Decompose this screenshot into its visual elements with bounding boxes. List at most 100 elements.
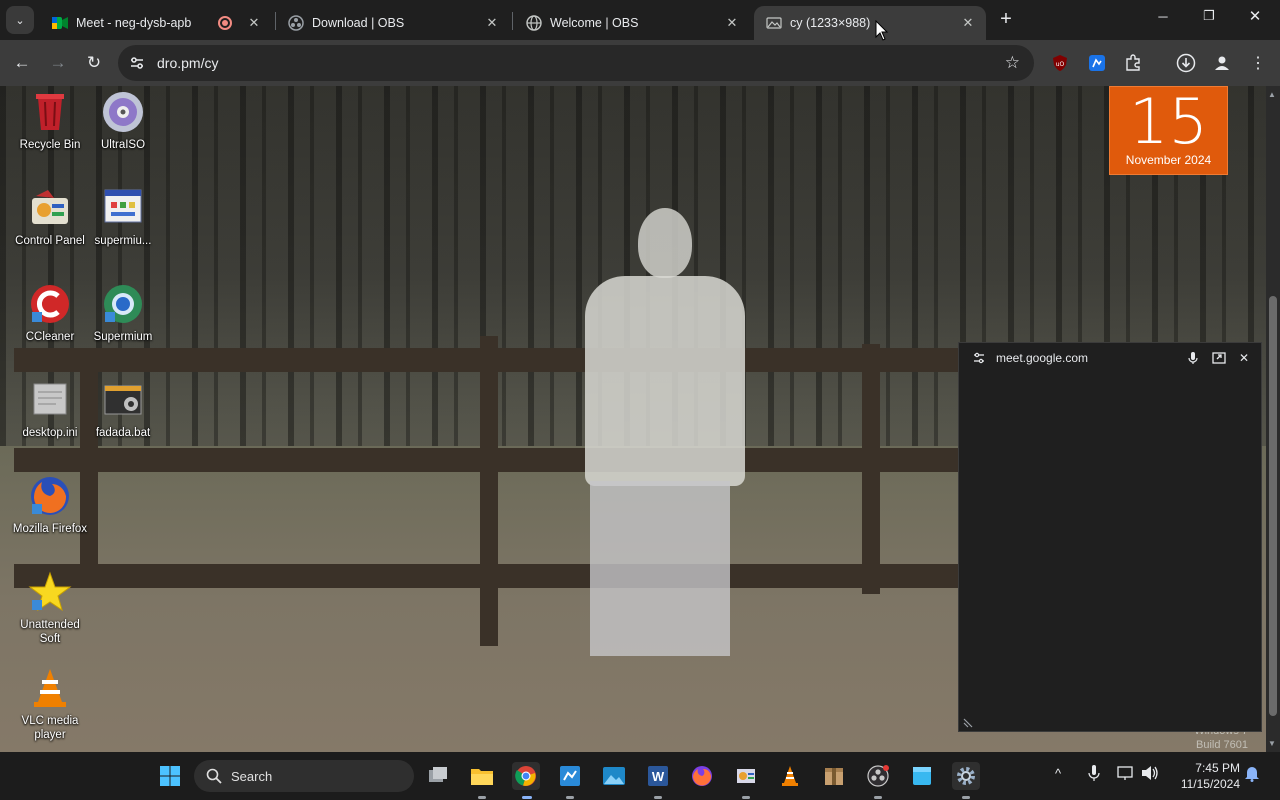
reload-button[interactable]: ↻ [82, 51, 106, 75]
running-indicator [566, 796, 574, 799]
chrome-icon[interactable] [512, 762, 540, 790]
tab-download-obs[interactable]: Download | OBS ✕ [276, 6, 510, 40]
tab-meet[interactable]: Meet - neg-dysb-apb ✕ [40, 6, 272, 40]
site-info-icon[interactable] [128, 54, 146, 72]
obs-icon [288, 15, 304, 31]
tab-title: cy (1233×988) [790, 16, 871, 30]
desktop-icon-ultraiso[interactable]: UltraISO [85, 90, 161, 152]
desktop-icon-label: Recycle Bin [19, 139, 81, 151]
close-tab-icon[interactable]: ✕ [958, 13, 978, 33]
vertical-scrollbar[interactable]: ▲ ▼ [1266, 86, 1280, 752]
scrollbar-thumb[interactable] [1269, 296, 1277, 716]
desktop-icon-mozilla-firefox[interactable]: Mozilla Firefox [12, 474, 88, 536]
menu-kebab-icon[interactable]: ⋮ [1246, 51, 1270, 75]
address-bar[interactable]: dro.pm/cy ☆ [118, 45, 1034, 81]
installer-icon [101, 186, 145, 230]
close-tab-icon[interactable]: ✕ [722, 13, 742, 33]
profile-avatar-icon[interactable] [1210, 51, 1234, 75]
watermark-line: Build 7601 [1196, 739, 1248, 751]
clock-date: 11/15/2024 [1180, 777, 1240, 791]
desktop-icon-supermium[interactable]: Supermium [85, 282, 161, 344]
network-icon[interactable] [1116, 764, 1134, 785]
desktop-icon-vlc[interactable]: VLC media player [12, 666, 88, 742]
back-to-tab-icon[interactable] [1211, 350, 1227, 366]
close-icon[interactable]: ✕ [1236, 350, 1252, 366]
taskbar-clock[interactable]: 7:45 PM 11/15/2024 [1170, 760, 1240, 792]
notes-icon[interactable] [908, 762, 936, 790]
windows-start-icon[interactable] [156, 762, 184, 790]
running-indicator [478, 796, 486, 799]
desktop-icon-recycle-bin[interactable]: Recycle Bin [12, 90, 88, 152]
microphone-tray-icon[interactable] [1088, 764, 1100, 785]
control-panel-icon [28, 186, 72, 230]
desktop-icon-ccleaner[interactable]: CCleaner [12, 282, 88, 344]
desktop-icon-desktop-ini[interactable]: desktop.ini [12, 378, 88, 440]
desktop-icon-supermium-installer[interactable]: supermiu... [85, 186, 161, 248]
running-indicator [962, 796, 970, 799]
close-tab-icon[interactable]: ✕ [244, 13, 264, 33]
tab-strip: ⌄ Meet - neg-dysb-apb ✕ Download | OBS ✕… [0, 0, 1280, 40]
close-window-button[interactable]: ✕ [1232, 0, 1278, 32]
image-icon [766, 15, 782, 31]
bookmark-star-icon[interactable]: ☆ [1005, 53, 1020, 73]
task-view-icon[interactable] [424, 762, 452, 790]
extensions-puzzle-icon[interactable] [1121, 51, 1145, 75]
star-icon [28, 570, 72, 614]
desktop-icon-label: CCleaner [25, 331, 75, 343]
taskbar-search-box[interactable]: Search [194, 760, 414, 792]
site-settings-icon[interactable] [971, 350, 987, 366]
clock-time: 7:45 PM [1195, 761, 1240, 775]
search-label: Search [231, 769, 273, 784]
disc-icon [101, 90, 145, 134]
picture-in-picture-window[interactable]: meet.google.com ✕ [958, 342, 1262, 732]
photos-icon[interactable] [600, 762, 628, 790]
word-icon[interactable]: W [644, 762, 672, 790]
tab-welcome-obs[interactable]: Welcome | OBS ✕ [514, 6, 750, 40]
desktop-icon-label: Control Panel [15, 235, 85, 247]
settings-gear-icon[interactable] [952, 762, 980, 790]
pip-site-label: meet.google.com [996, 351, 1089, 365]
volume-icon[interactable] [1140, 764, 1160, 785]
control-panel-taskbar-icon[interactable] [732, 762, 760, 790]
microphone-icon[interactable] [1185, 350, 1201, 366]
app-blue-icon[interactable] [556, 762, 584, 790]
ublock-origin-icon[interactable]: uO [1048, 51, 1072, 75]
desktop-icon-unattended-soft[interactable]: Unattended Soft [12, 570, 88, 646]
show-hidden-icons-chevron-icon[interactable]: ^ [1055, 766, 1061, 781]
ghostly-figure-head [638, 208, 692, 278]
desktop-icon-fadada-bat[interactable]: fadada.bat [85, 378, 161, 440]
scroll-up-arrow[interactable]: ▲ [1268, 90, 1276, 99]
close-tab-icon[interactable]: ✕ [482, 13, 502, 33]
date-day: 15 [1129, 86, 1208, 158]
calendar-date-tile: 15 November 2024 [1109, 86, 1228, 175]
desktop-icon-label: Mozilla Firefox [12, 523, 88, 535]
vlc-taskbar-icon[interactable] [776, 762, 804, 790]
desktop-icon-label: Supermium [93, 331, 153, 343]
desktop-icon-label: desktop.ini [22, 427, 78, 439]
google-meet-icon [52, 15, 68, 31]
minimize-button[interactable]: ─ [1140, 0, 1186, 32]
obs-taskbar-icon[interactable] [864, 762, 892, 790]
running-indicator [654, 796, 662, 799]
desktop-icon-control-panel[interactable]: Control Panel [12, 186, 88, 248]
resize-handle-icon[interactable] [963, 715, 975, 728]
desktop-icon-label: supermiu... [94, 235, 152, 247]
tab-title: Meet - neg-dysb-apb [76, 16, 192, 30]
restore-button[interactable]: ❐ [1186, 0, 1232, 32]
scroll-down-arrow[interactable]: ▼ [1268, 739, 1276, 748]
settings-file-icon [28, 378, 72, 422]
ghostly-figure-body [585, 276, 745, 486]
package-icon[interactable] [820, 762, 848, 790]
tab-cy-image[interactable]: cy (1233×988) ✕ [754, 6, 986, 40]
tab-search-button[interactable]: ⌄ [6, 6, 34, 34]
forward-button[interactable]: → [46, 51, 70, 75]
new-tab-button[interactable]: + [994, 8, 1018, 32]
firefox-taskbar-icon[interactable] [688, 762, 716, 790]
download-icon[interactable] [1174, 51, 1198, 75]
back-button[interactable]: ← [10, 51, 34, 75]
fence-post [862, 344, 880, 594]
file-explorer-icon[interactable] [468, 762, 496, 790]
running-indicator [742, 796, 750, 799]
extension-app-icon[interactable] [1085, 51, 1109, 75]
notification-bell-icon[interactable] [1244, 764, 1260, 785]
